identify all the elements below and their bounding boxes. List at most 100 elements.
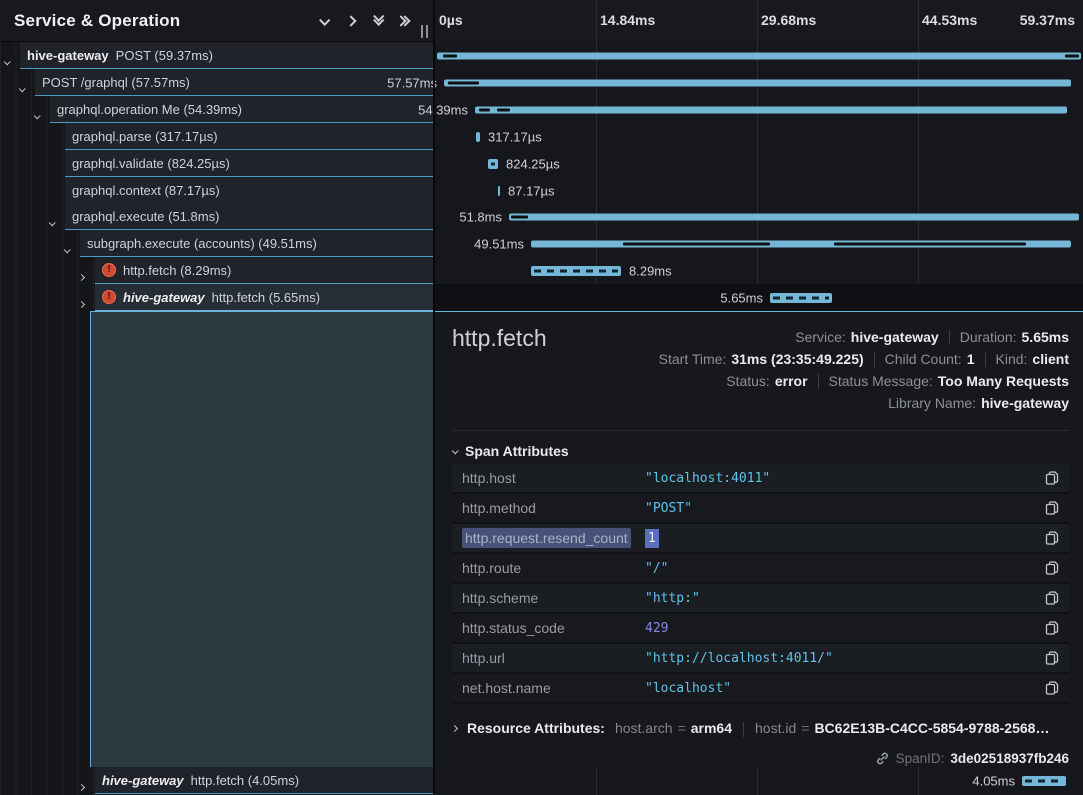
timeline-span-row[interactable]: 8.29ms	[435, 257, 1083, 284]
span-duration-bar[interactable]	[770, 293, 832, 303]
tree-span-row[interactable]: !http.fetch (8.29ms)	[0, 257, 433, 284]
attribute-value: "POST"	[645, 501, 692, 516]
copy-icon[interactable]	[1044, 530, 1060, 546]
timeline-gridline	[757, 0, 758, 42]
tree-span-row[interactable]: subgraph.execute (accounts) (49.51ms)	[0, 230, 433, 257]
span-duration-bar[interactable]	[498, 186, 500, 196]
axis-tick-label: 14.84ms	[600, 12, 655, 28]
bar-duration-label: 317.17µs	[488, 129, 542, 144]
chevron-down-icon[interactable]	[4, 52, 9, 70]
span-duration-bar[interactable]	[476, 132, 480, 142]
bar-duration-label: 8.29ms	[629, 263, 672, 278]
timeline-span-row[interactable]: 54.39ms	[435, 96, 1083, 123]
span-duration-bar[interactable]	[509, 213, 1079, 220]
child-span-segment	[448, 81, 479, 84]
span-duration-bar[interactable]	[1022, 776, 1066, 786]
tree-span-row[interactable]: graphql.operation Me (54.39ms)	[0, 96, 433, 123]
tree-span-label: !hive-gatewayhttp.fetch (5.65ms)	[95, 284, 433, 311]
panel-resize-handle[interactable]	[421, 25, 428, 38]
overview-value: hive-gateway	[981, 395, 1069, 411]
attribute-key: net.host.name	[452, 680, 645, 696]
timeline-span-row[interactable]: 5.65ms	[435, 284, 1083, 311]
chevron-right-icon[interactable]	[79, 267, 84, 285]
link-icon[interactable]	[875, 751, 890, 766]
attribute-row[interactable]: http.scheme"http:"	[452, 584, 1069, 612]
copy-icon[interactable]	[1044, 680, 1060, 696]
overview-value: error	[775, 373, 808, 389]
tree-span-row[interactable]: hive-gatewayhttp.fetch (4.05ms)	[0, 767, 433, 794]
attribute-key: http.method	[452, 500, 645, 516]
attribute-row[interactable]: http.url"http://localhost:4011/"	[452, 644, 1069, 672]
timeline-span-row[interactable]: 51.8ms	[435, 203, 1083, 230]
span-duration-bar[interactable]	[444, 79, 1071, 86]
copy-icon[interactable]	[1044, 650, 1060, 666]
resource-value: arm64	[691, 720, 732, 736]
tree-span-row[interactable]: graphql.context (87.17µs)	[0, 177, 433, 204]
span-duration-bar[interactable]	[488, 159, 498, 169]
timeline-span-row[interactable]: 87.17µs	[435, 177, 1083, 204]
copy-icon[interactable]	[1044, 620, 1060, 636]
attribute-key: http.host	[452, 470, 645, 486]
attribute-row[interactable]: http.request.resend_count1	[452, 524, 1069, 552]
span-overview-line: Service:hive-gatewayDuration:5.65ms	[659, 326, 1069, 348]
copy-icon[interactable]	[1044, 500, 1060, 516]
overview-separator	[949, 330, 950, 345]
collapse-one-icon[interactable]	[320, 12, 328, 30]
timeline-span-row[interactable]	[435, 42, 1083, 69]
overview-value: 1	[967, 351, 975, 367]
chevron-right-icon[interactable]	[79, 777, 84, 795]
tree-span-row[interactable]: graphql.execute (51.8ms)	[0, 203, 433, 230]
chevron-down-icon[interactable]	[49, 213, 54, 231]
tree-span-row[interactable]: hive-gateway POST (59.37ms)	[0, 42, 433, 69]
attribute-row[interactable]: http.route"/"	[452, 554, 1069, 582]
overview-separator	[818, 374, 819, 389]
span-attributes-section-header[interactable]: Span Attributes	[452, 443, 569, 459]
tree-span-label: graphql.context (87.17µs)	[65, 177, 433, 204]
service-name: hive-gateway	[27, 48, 109, 63]
chevron-down-icon[interactable]	[19, 79, 24, 97]
copy-icon[interactable]	[1044, 560, 1060, 576]
attribute-row[interactable]: net.host.name"localhost"	[452, 674, 1069, 702]
chevron-down-icon[interactable]	[34, 106, 39, 124]
resource-attributes-section-header[interactable]: Resource Attributes: host.arch=arm64host…	[452, 720, 1069, 737]
timeline-span-row[interactable]: 317.17µs	[435, 123, 1083, 150]
resource-value: BC62E13B-C4CC-5854-9788-2568…	[814, 720, 1049, 736]
chevron-down-icon[interactable]	[64, 240, 69, 258]
timeline-span-row[interactable]: 49.51ms	[435, 230, 1083, 257]
attribute-row[interactable]: http.method"POST"	[452, 494, 1069, 522]
timeline-span-row[interactable]: 57.57ms	[435, 69, 1083, 96]
attribute-row[interactable]: http.host"localhost:4011"	[452, 464, 1069, 492]
chevron-right-icon[interactable]	[79, 294, 84, 312]
tree-span-row[interactable]: !hive-gatewayhttp.fetch (5.65ms)	[0, 284, 433, 311]
span-overview-line: Status:errorStatus Message:Too Many Requ…	[659, 370, 1069, 392]
tree-span-row[interactable]: graphql.parse (317.17µs)	[0, 123, 433, 150]
bar-duration-label: 49.51ms	[474, 236, 524, 251]
span-duration-bar[interactable]	[475, 106, 1067, 113]
overview-value: hive-gateway	[851, 329, 939, 345]
copy-icon[interactable]	[1044, 590, 1060, 606]
axis-tick-label: 44.53ms	[922, 12, 977, 28]
resource-attributes-label: Resource Attributes:	[467, 720, 605, 736]
span-duration-bar[interactable]	[437, 52, 1081, 59]
copy-icon[interactable]	[1044, 470, 1060, 486]
attribute-value: "http://localhost:4011/"	[645, 651, 833, 666]
attribute-row[interactable]: http.status_code429	[452, 614, 1069, 642]
attribute-value: "http:"	[645, 591, 700, 606]
tree-span-label: !http.fetch (8.29ms)	[95, 257, 433, 284]
expand-one-icon[interactable]	[347, 12, 355, 30]
overview-label: Child Count:	[885, 351, 962, 367]
span-duration-bar[interactable]	[531, 240, 1071, 247]
expand-all-icon[interactable]	[401, 17, 409, 25]
span-duration-bar[interactable]	[531, 266, 621, 276]
service-name: hive-gateway	[123, 290, 205, 305]
timeline-span-row[interactable]: 4.05ms	[435, 767, 1083, 794]
collapse-all-icon[interactable]	[374, 17, 382, 25]
trace-viewer: Service & Operation 0µs14.84ms29.68ms44.…	[0, 0, 1083, 795]
tree-span-row[interactable]: POST /graphql (57.57ms)	[0, 69, 433, 96]
tree-span-label: hive-gatewayhttp.fetch (4.05ms)	[95, 767, 433, 794]
panel-divider[interactable]	[433, 0, 435, 795]
timeline-span-row[interactable]: 824.25µs	[435, 150, 1083, 177]
attribute-value: 429	[645, 621, 668, 636]
tree-span-row[interactable]: graphql.validate (824.25µs)	[0, 150, 433, 177]
operation-name: POST (59.37ms)	[116, 48, 213, 63]
